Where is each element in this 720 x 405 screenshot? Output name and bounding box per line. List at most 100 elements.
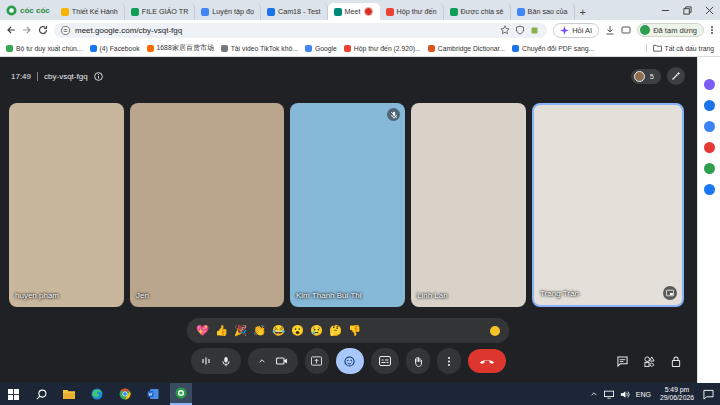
browser-tab[interactable]: Được chia sẻ [444, 3, 511, 20]
bookmark[interactable]: Tải video TikTok khô... [221, 45, 298, 52]
taskbar-app[interactable] [58, 383, 80, 405]
bookmark-icon [428, 45, 435, 52]
download-icon[interactable] [605, 25, 615, 35]
reload-icon[interactable] [38, 25, 48, 35]
sidebar-app-icon[interactable] [704, 100, 715, 111]
browser-tab[interactable]: Meet [328, 3, 380, 20]
site-info-icon[interactable] [61, 26, 70, 35]
reactions-button[interactable] [336, 348, 364, 374]
browser-tab[interactable]: Cam18 - Test [261, 3, 328, 20]
back-icon[interactable] [6, 25, 16, 35]
volume-icon[interactable] [620, 390, 630, 399]
browser-tab[interactable]: Hộp thư đến [380, 3, 444, 20]
reaction-button[interactable]: 🤔 [329, 325, 342, 336]
bookmark[interactable]: Hộp thư đến (2.920)... [344, 45, 421, 52]
taskbar-app[interactable] [30, 383, 52, 405]
shield-icon[interactable] [515, 25, 525, 35]
browser-tab[interactable]: Thiết Kế Hành [55, 3, 125, 20]
mic-button[interactable] [191, 348, 241, 374]
bookmark[interactable]: Cambridge Dictionar... [428, 45, 505, 52]
reaction-button[interactable]: 👎 [348, 325, 361, 336]
avatar-icon [640, 25, 650, 35]
menu-icon[interactable] [710, 25, 714, 35]
taskbar-app[interactable] [170, 383, 192, 405]
ask-ai-button[interactable]: Hỏi AI [553, 23, 599, 38]
bookmark[interactable]: Chuyển đổi PDF sang... [512, 45, 594, 52]
reaction-button[interactable]: 👏 [253, 325, 266, 336]
leave-call-button[interactable] [468, 349, 506, 373]
mic-icon [221, 356, 231, 367]
bookmark[interactable]: 1688家居百货市场 [147, 43, 214, 53]
coccoc-icon [6, 5, 17, 16]
clock[interactable]: 5:49 pm 29/06/2026 [657, 386, 697, 402]
close-button[interactable] [698, 0, 720, 20]
reaction-button[interactable]: 😂 [272, 325, 285, 336]
chevron-up-icon [258, 357, 266, 365]
bookmark[interactable]: Bộ tư duy xuất chún... [6, 45, 83, 52]
wallet-icon[interactable] [621, 25, 631, 35]
restore-button[interactable] [676, 0, 698, 20]
bookmark-icon [344, 45, 351, 52]
reaction-button[interactable]: 👍 [215, 325, 228, 336]
participant-tile[interactable]: Linh Lan [411, 103, 526, 307]
sidebar-app-icon[interactable] [704, 163, 715, 174]
participant-tile[interactable]: huyen pham [9, 103, 124, 307]
reaction-button[interactable]: 😢 [310, 325, 323, 336]
host-controls-icon[interactable] [671, 356, 681, 367]
windows-icon [8, 389, 19, 400]
raise-hand-button[interactable] [406, 348, 430, 374]
forward-icon[interactable] [22, 25, 32, 35]
browser-logo[interactable]: cốc cốc [6, 0, 50, 20]
bookmark-icon [512, 45, 519, 52]
chat-icon[interactable] [617, 356, 628, 367]
chrome-icon [119, 388, 131, 400]
taskbar-app[interactable] [114, 383, 136, 405]
edge-icon [91, 388, 103, 400]
camera-button[interactable] [248, 348, 298, 374]
url-field[interactable]: meet.google.com/cby-vsqt-fgq [54, 23, 547, 38]
participants-button[interactable]: 5 [631, 69, 661, 84]
all-bookmarks[interactable]: Tất cả dấu trang [646, 44, 715, 52]
tile-options[interactable] [663, 286, 677, 300]
participant-tile[interactable]: Jen [130, 103, 284, 307]
present-button[interactable] [305, 348, 329, 374]
info-icon[interactable] [94, 72, 103, 81]
minimize-button[interactable] [654, 0, 676, 20]
reaction-button[interactable]: 😮 [291, 325, 304, 336]
meet-header: 17:49 cby-vsqt-fgq 5 [9, 57, 687, 95]
input-language[interactable]: ENG [636, 391, 651, 398]
activities-icon[interactable] [644, 356, 655, 367]
participant-tile[interactable]: Trang Trần [532, 103, 684, 307]
star-icon[interactable] [500, 25, 510, 35]
sidebar-app-icon[interactable] [704, 142, 715, 153]
notification-icon[interactable] [703, 389, 714, 400]
bookmark-icon [147, 45, 154, 52]
network-icon[interactable] [604, 390, 614, 399]
extension-icon[interactable] [530, 25, 540, 35]
effects-button[interactable] [667, 67, 685, 85]
sidebar-app-icon[interactable] [704, 79, 715, 90]
participant-name: huyen pham [15, 291, 59, 300]
favicon-icon [61, 8, 69, 16]
taskbar-app[interactable] [142, 383, 164, 405]
bookmark[interactable]: (4) Facebook [90, 45, 140, 52]
tray-chevron-icon[interactable] [590, 390, 598, 398]
reaction-button[interactable]: 🎉 [234, 325, 247, 336]
taskbar-app[interactable] [86, 383, 108, 405]
new-tab-button[interactable]: + [575, 3, 591, 20]
browser-tab[interactable]: Luyện tập đọ [195, 3, 261, 20]
sidebar-app-icon[interactable] [704, 121, 715, 132]
sidebar-app-icon[interactable] [704, 184, 715, 195]
tab-bar: cốc cốc Thiết Kế Hành FILE GIÁO TR Luyện… [0, 0, 720, 20]
bookmark-icon [90, 45, 97, 52]
browser-tab[interactable]: Bản sao của [511, 3, 575, 20]
skin-tone-button[interactable] [490, 326, 500, 336]
browser-tab[interactable]: FILE GIÁO TR [125, 3, 196, 20]
reaction-button[interactable]: 💖 [196, 325, 209, 336]
more-options-button[interactable] [437, 348, 461, 374]
participant-tile[interactable]: Kim Thanh Bùi Thị [290, 103, 405, 307]
captions-button[interactable] [371, 348, 399, 374]
taskbar-app[interactable] [2, 383, 24, 405]
bookmark[interactable]: Google [305, 45, 337, 52]
profile-button[interactable]: Đã tạm dừng [637, 23, 704, 37]
